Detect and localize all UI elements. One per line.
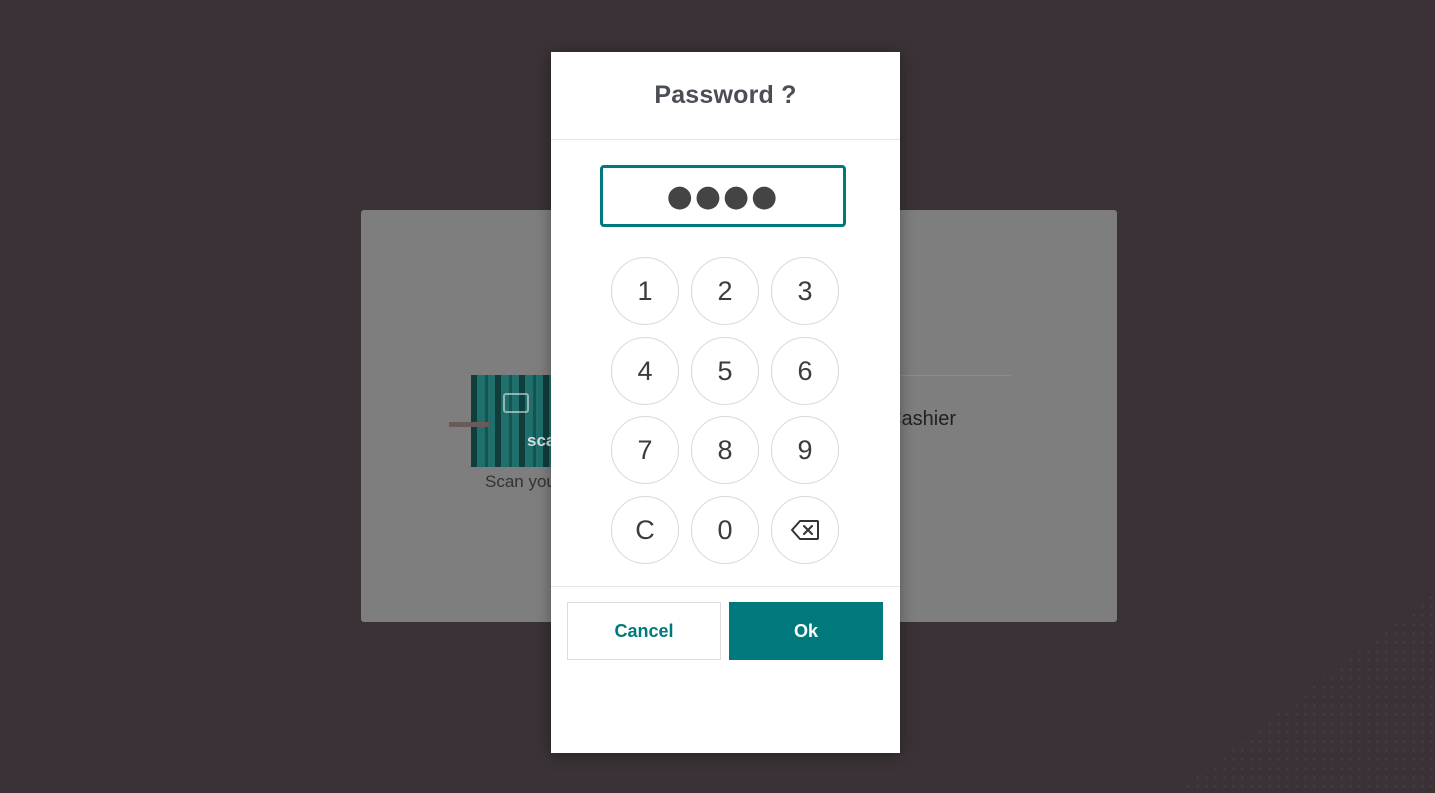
- numpad-key-3[interactable]: 3: [771, 257, 839, 325]
- numpad-key-0[interactable]: 0: [691, 496, 759, 564]
- numpad-key-1[interactable]: 1: [611, 257, 679, 325]
- camera-icon: [503, 393, 529, 413]
- numpad-key-9[interactable]: 9: [771, 416, 839, 484]
- password-field[interactable]: ●●●●: [600, 165, 846, 227]
- background-decoration: [1175, 593, 1435, 793]
- ok-button[interactable]: Ok: [729, 602, 883, 660]
- numpad-key-4[interactable]: 4: [611, 337, 679, 405]
- password-dialog: Password ? ●●●● 1 2 3 4 5 6 7 8 9 C 0 Ca…: [551, 52, 900, 753]
- numpad-key-clear[interactable]: C: [611, 496, 679, 564]
- numpad-key-backspace[interactable]: [771, 496, 839, 564]
- dialog-title: Password ?: [654, 81, 797, 109]
- dialog-footer: Cancel Ok: [551, 586, 900, 660]
- dialog-header: Password ?: [551, 52, 900, 140]
- numpad-key-2[interactable]: 2: [691, 257, 759, 325]
- divider: [901, 375, 1011, 376]
- cancel-button[interactable]: Cancel: [567, 602, 721, 660]
- numpad-key-7[interactable]: 7: [611, 416, 679, 484]
- scan-badge-caption: Scan you: [485, 472, 556, 491]
- backspace-icon: [791, 520, 819, 540]
- badge-reader-line: [449, 422, 489, 427]
- numpad-key-6[interactable]: 6: [771, 337, 839, 405]
- numpad-key-8[interactable]: 8: [691, 416, 759, 484]
- numpad-key-5[interactable]: 5: [691, 337, 759, 405]
